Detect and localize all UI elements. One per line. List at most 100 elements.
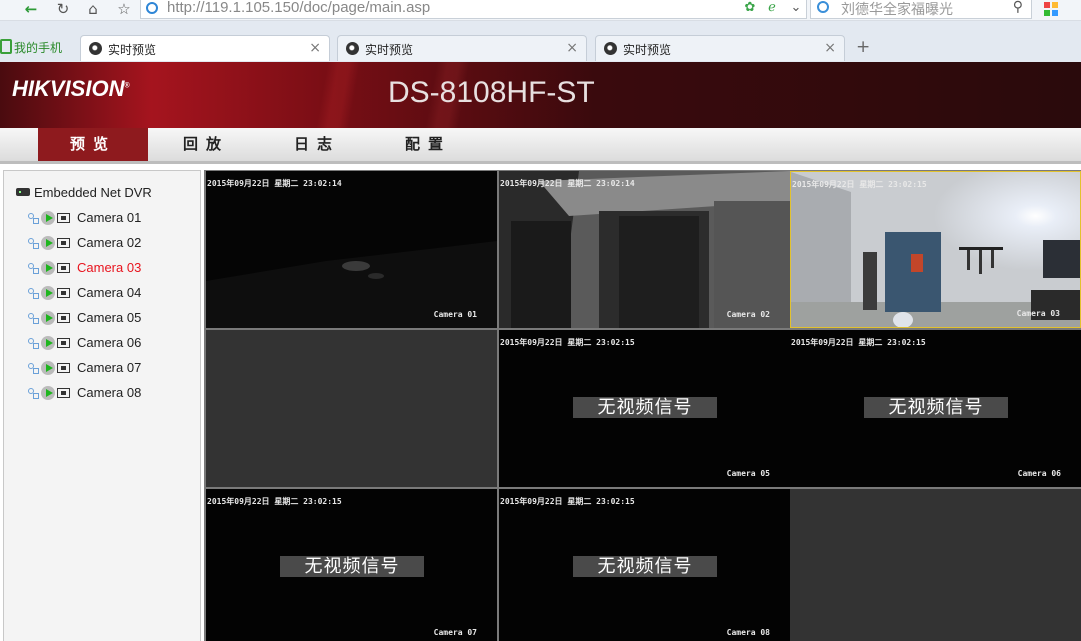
play-preview-icon[interactable]: [41, 236, 55, 250]
video-pane-8[interactable]: 2015年09月22日 星期二 23:02:15 无视频信号 Camera 08: [499, 489, 790, 641]
camera-label: Camera 06: [77, 335, 142, 350]
browser-tab-1[interactable]: 实时预览 ×: [80, 35, 330, 61]
camera-tree-item[interactable]: Camera 01: [28, 209, 141, 227]
search-box[interactable]: 刘德华全家福曝光 ⚲: [810, 0, 1032, 19]
osd-camera-name: Camera 06: [1017, 469, 1061, 478]
video-pane-6[interactable]: 2015年09月22日 星期二 23:02:15 无视频信号 Camera 06: [790, 330, 1081, 487]
camera-label: Camera 01: [77, 210, 142, 225]
tab-strip: 我的手机 实时预览 × 实时预览 × 实时预览 × +: [0, 21, 1081, 62]
tab-close-icon[interactable]: ×: [309, 40, 321, 56]
video-pane-2[interactable]: 2015年09月22日 星期二 23:02:14 Camera 02: [499, 171, 790, 328]
camera-03-feed: [791, 172, 1080, 327]
refresh-icon[interactable]: ↻: [52, 0, 74, 19]
video-pane-9[interactable]: [790, 489, 1081, 641]
camera-tree-item[interactable]: Camera 04: [28, 284, 141, 302]
camera-01-feed: [206, 171, 497, 328]
camera-favicon-icon: [89, 42, 102, 55]
device-model: DS-8108HF-ST: [388, 76, 595, 109]
camera-label: Camera 05: [77, 310, 142, 325]
search-icon[interactable]: ⚲: [1013, 0, 1023, 15]
browser-toolbar: ← ↻ ⌂ ☆ http://119.1.105.150/doc/page/ma…: [0, 0, 1081, 21]
bookmark-my-phone[interactable]: 我的手机: [0, 39, 62, 56]
play-preview-icon[interactable]: [41, 211, 55, 225]
back-icon[interactable]: ←: [20, 0, 42, 19]
new-tab-button[interactable]: +: [856, 37, 870, 57]
no-signal-label: 无视频信号: [573, 397, 717, 418]
channel-link-icon: [28, 238, 40, 249]
camera-tree-item[interactable]: Camera 06: [28, 334, 141, 352]
browser-tab-3[interactable]: 实时预览 ×: [595, 35, 845, 61]
play-preview-icon[interactable]: [41, 261, 55, 275]
osd-camera-name: Camera 01: [433, 310, 477, 319]
video-pane-3[interactable]: 2015年09月22日 星期二 23:02:15 Camera 03: [790, 171, 1081, 328]
browser-tab-2[interactable]: 实时预览 ×: [337, 35, 587, 61]
search-engine-icon[interactable]: [817, 1, 829, 13]
apps-icon[interactable]: [1044, 2, 1058, 16]
record-status-icon: [57, 388, 70, 398]
camera-label: Camera 08: [77, 385, 142, 400]
search-input[interactable]: 刘德华全家福曝光: [841, 0, 953, 19]
tab-label: 实时预览: [365, 43, 414, 57]
star-icon[interactable]: ☆: [113, 0, 135, 19]
camera-tree-item[interactable]: Camera 07: [28, 359, 141, 377]
channel-link-icon: [28, 363, 40, 374]
play-preview-icon[interactable]: [41, 286, 55, 300]
play-preview-icon[interactable]: [41, 336, 55, 350]
camera-tree-item[interactable]: Camera 02: [28, 234, 141, 252]
channel-link-icon: [28, 288, 40, 299]
play-preview-icon[interactable]: [41, 361, 55, 375]
osd-timestamp: 2015年09月22日 星期二 23:02:15: [792, 180, 927, 189]
device-tree: Embedded Net DVR Camera 01 Camera 02 Camer…: [3, 170, 201, 641]
tab-label: 实时预览: [108, 43, 157, 57]
osd-timestamp: 2015年09月22日 星期二 23:02:14: [207, 179, 342, 188]
header-banner: HIKVISION® DS-8108HF-ST: [0, 62, 1081, 128]
menu-config[interactable]: 配置: [373, 128, 483, 161]
compat-mode-icon[interactable]: ℯ: [765, 1, 779, 15]
record-status-icon: [57, 313, 70, 323]
hikvision-logo: HIKVISION®: [12, 76, 130, 101]
record-status-icon: [57, 288, 70, 298]
channel-link-icon: [28, 263, 40, 274]
record-status-icon: [57, 263, 70, 273]
osd-timestamp: 2015年09月22日 星期二 23:02:15: [500, 497, 635, 506]
phone-icon: [0, 39, 12, 54]
menu-playback[interactable]: 回放: [151, 128, 261, 161]
record-status-icon: [57, 363, 70, 373]
camera-tree-item[interactable]: Camera 05: [28, 309, 141, 327]
osd-camera-name: Camera 03: [1016, 309, 1060, 318]
security-icon[interactable]: ✿: [743, 1, 757, 15]
osd-camera-name: Camera 07: [433, 628, 477, 637]
video-pane-4[interactable]: [206, 330, 497, 487]
chevron-down-icon[interactable]: ⌄: [789, 1, 803, 15]
address-url[interactable]: http://119.1.105.150/doc/page/main.asp: [167, 0, 430, 16]
video-pane-1[interactable]: 2015年09月22日 星期二 23:02:14 Camera 01: [206, 171, 497, 328]
tab-close-icon[interactable]: ×: [566, 40, 578, 56]
camera-label: Camera 02: [77, 235, 142, 250]
record-status-icon: [57, 338, 70, 348]
channel-link-icon: [28, 338, 40, 349]
camera-label: Camera 07: [77, 360, 142, 375]
osd-timestamp: 2015年09月22日 星期二 23:02:15: [207, 497, 342, 506]
channel-link-icon: [28, 313, 40, 324]
tree-root-dvr[interactable]: Embedded Net DVR: [16, 185, 152, 200]
osd-timestamp: 2015年09月22日 星期二 23:02:14: [500, 179, 635, 188]
no-signal-label: 无视频信号: [864, 397, 1008, 418]
channel-link-icon: [28, 388, 40, 399]
menu-log[interactable]: 日志: [262, 128, 372, 161]
camera-tree-item[interactable]: Camera 08: [28, 384, 141, 402]
home-icon[interactable]: ⌂: [82, 0, 104, 19]
dvr-icon: [16, 188, 30, 196]
osd-camera-name: Camera 02: [726, 310, 770, 319]
camera-tree-item[interactable]: Camera 03: [28, 259, 141, 277]
play-preview-icon[interactable]: [41, 311, 55, 325]
play-preview-icon[interactable]: [41, 386, 55, 400]
menu-preview[interactable]: 预览: [38, 128, 148, 161]
globe-icon: [146, 2, 158, 14]
camera-favicon-icon: [604, 42, 617, 55]
address-bar[interactable]: http://119.1.105.150/doc/page/main.asp ✿…: [140, 0, 807, 19]
video-pane-7[interactable]: 2015年09月22日 星期二 23:02:15 无视频信号 Camera 07: [206, 489, 497, 641]
video-pane-5[interactable]: 2015年09月22日 星期二 23:02:15 无视频信号 Camera 05: [499, 330, 790, 487]
osd-camera-name: Camera 08: [726, 628, 770, 637]
tab-close-icon[interactable]: ×: [824, 40, 836, 56]
main-menu: 预览 回放 日志 配置: [0, 128, 1081, 164]
